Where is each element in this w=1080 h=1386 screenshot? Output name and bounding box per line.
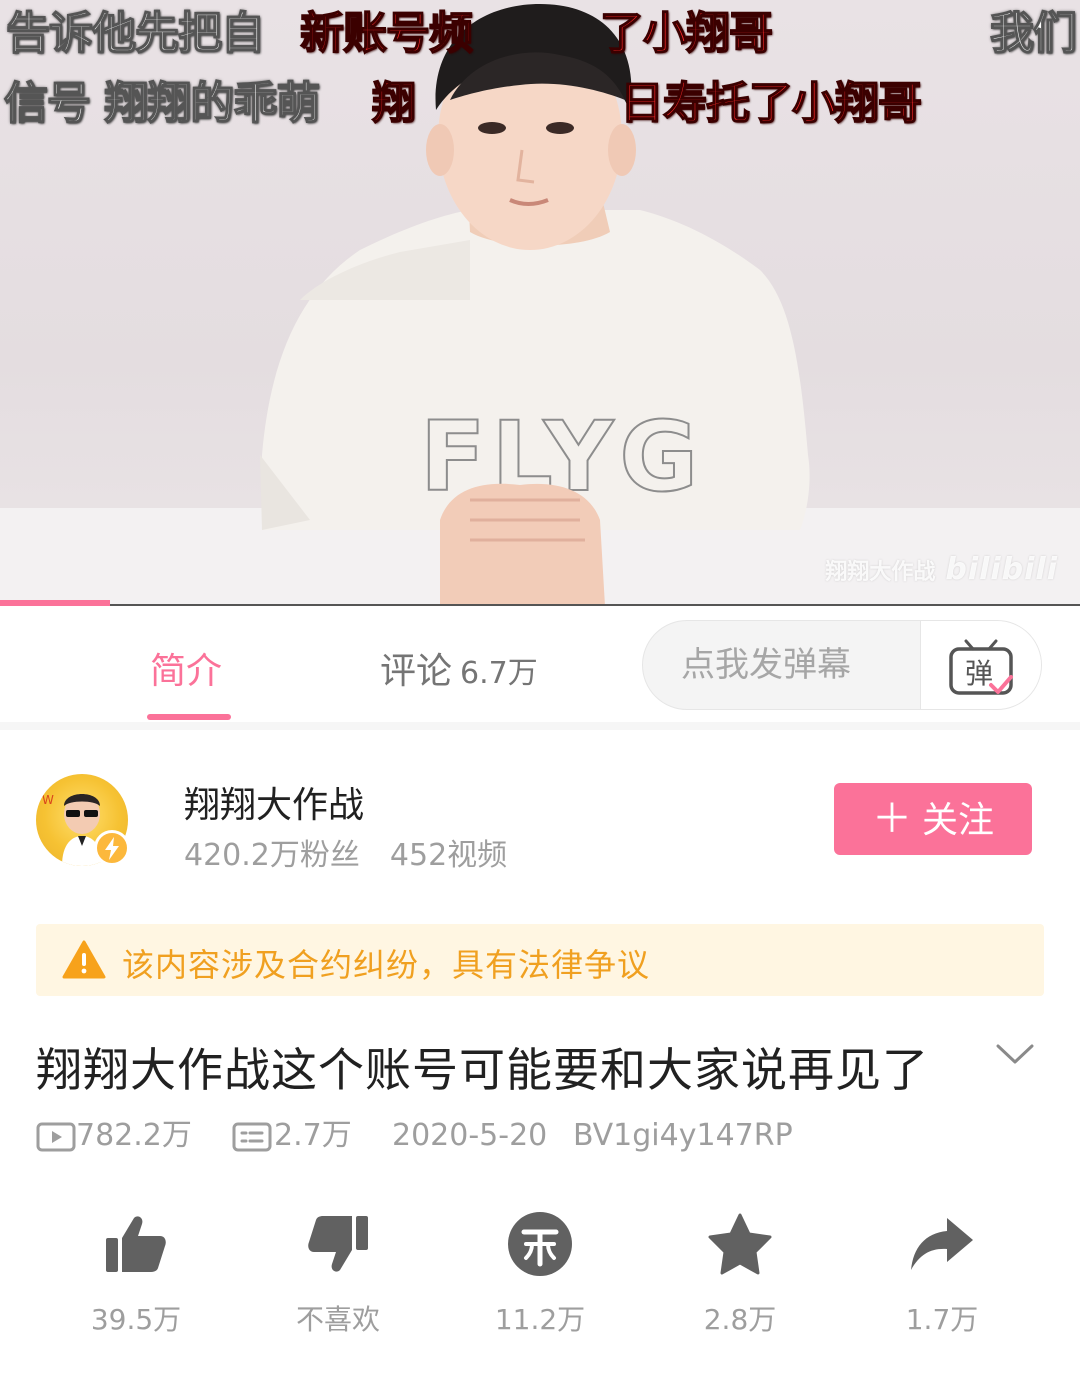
danmaku-send-bar: 点我发弹幕 弹 xyxy=(642,620,1042,710)
share-count: 1.7万 xyxy=(905,1303,979,1336)
danmaku-input[interactable]: 点我发弹幕 xyxy=(643,621,921,709)
tab-comments-count: 6.7万 xyxy=(460,656,538,691)
like-count: 39.5万 xyxy=(90,1303,182,1336)
danmaku-comment: 告诉他先把自 xyxy=(5,8,266,59)
danmaku-count-value: 2.7万 xyxy=(274,1118,352,1153)
section-divider xyxy=(0,722,1080,730)
dispute-warning-banner: 该内容涉及合约纠纷，具有法律争议 xyxy=(36,924,1044,996)
thumbs-up-icon xyxy=(106,1216,166,1272)
uploader-name[interactable]: 翔翔大作战 xyxy=(184,776,364,828)
uploader-fans: 420.2万粉丝 xyxy=(184,838,360,873)
follow-label: 关注 xyxy=(921,800,994,841)
like-button[interactable]: 39.5万 xyxy=(56,1206,216,1338)
danmaku-comment: 日寿托了小翔哥 xyxy=(619,78,923,129)
watermark-text: 翔翔大作战 xyxy=(825,560,936,585)
play-icon xyxy=(36,1122,76,1151)
active-tab-indicator xyxy=(147,714,231,720)
lightning-icon xyxy=(105,837,119,860)
bilibili-logo: bilibili xyxy=(945,552,1058,587)
danmaku-icon xyxy=(232,1122,272,1151)
coin-count: 11.2万 xyxy=(494,1303,586,1336)
view-count-value: 782.2万 xyxy=(76,1118,192,1153)
danmaku-comment: 我们 xyxy=(989,8,1078,59)
warning-text: 该内容涉及合约纠纷，具有法律争议 xyxy=(122,946,651,984)
video-player[interactable]: FLYG 告诉他先把自 新账号频 了小翔哥 我们 信号 翔翔的乖萌 翔 日寿托了… xyxy=(0,0,1080,606)
coin-icon xyxy=(508,1212,572,1276)
danmaku-toggle-button[interactable]: 弹 xyxy=(920,621,1041,709)
share-icon xyxy=(911,1218,973,1270)
bilibili-watermark: 翔翔大作战 bilibili xyxy=(825,552,1058,587)
dislike-label: 不喜欢 xyxy=(295,1303,380,1336)
video-title: 翔翔大作战这个账号可能要和大家说再见了 xyxy=(36,1043,929,1097)
danmaku-comment: 翔 xyxy=(371,78,417,129)
uploader-stats: 420.2万粉丝 452视频 xyxy=(184,830,507,874)
tab-comments[interactable]: 评论 6.7万 xyxy=(380,642,538,694)
coin-button[interactable]: 11.2万 xyxy=(460,1206,620,1338)
tab-intro[interactable]: 简介 xyxy=(150,642,222,694)
dislike-button[interactable]: 不喜欢 xyxy=(258,1206,418,1338)
follow-button[interactable]: ＋关注 xyxy=(834,783,1032,855)
danmaku-comment: 新账号频 xyxy=(299,8,474,59)
thumbs-down-icon xyxy=(308,1216,368,1272)
svg-text:W: W xyxy=(42,793,54,807)
warning-triangle-icon xyxy=(62,940,106,979)
star-icon xyxy=(708,1213,772,1275)
danmaku-comment: 信号 翔翔的乖萌 xyxy=(3,78,321,129)
publish-date: 2020-5-20 xyxy=(392,1118,548,1153)
danmaku-comment: 了小翔哥 xyxy=(599,8,774,59)
favorite-count: 2.8万 xyxy=(703,1303,777,1336)
tab-comments-label: 评论 xyxy=(380,651,453,692)
danmaku-count: 2.7万 xyxy=(232,1116,352,1156)
danmaku-toggle-icon: 弹 xyxy=(949,639,1013,695)
uploader-video-count: 452视频 xyxy=(389,838,508,873)
plus-icon: ＋ xyxy=(871,796,912,842)
verified-badge xyxy=(94,830,130,866)
bv-id: BV1gi4y147RP xyxy=(573,1118,793,1153)
share-button[interactable]: 1.7万 xyxy=(862,1206,1022,1338)
view-count: 782.2万 xyxy=(36,1116,192,1156)
tab-bar: 简介 评论 6.7万 点我发弹幕 弹 xyxy=(0,606,1080,722)
chevron-down-icon[interactable] xyxy=(994,1040,1036,1070)
favorite-button[interactable]: 2.8万 xyxy=(660,1206,820,1338)
tab-intro-label: 简介 xyxy=(150,651,223,692)
danmaku-toggle-glyph: 弹 xyxy=(965,657,993,690)
